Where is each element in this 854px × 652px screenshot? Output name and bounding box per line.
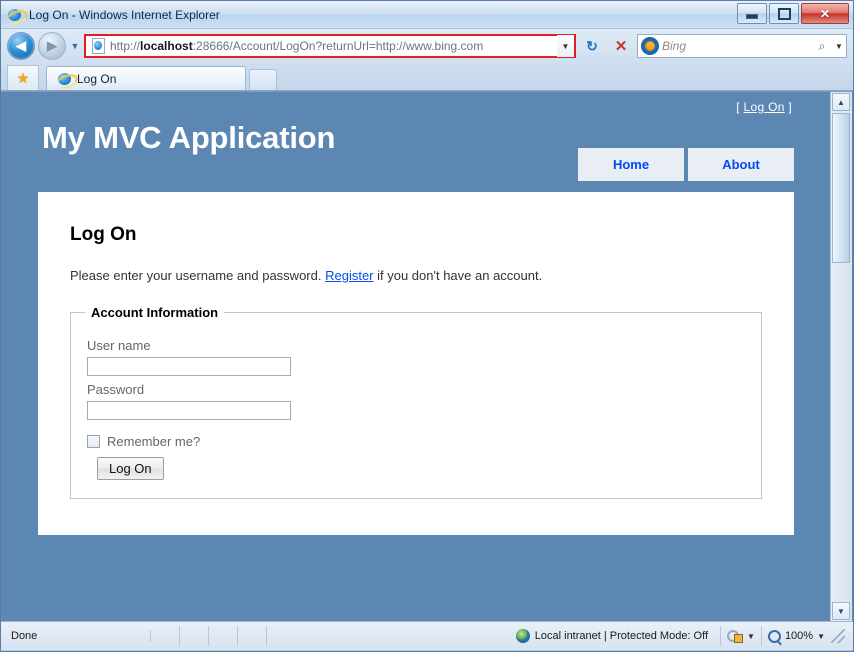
status-divider-2 xyxy=(180,626,209,646)
fieldset-legend: Account Information xyxy=(85,305,224,320)
log-on-link[interactable]: Log On xyxy=(744,100,785,114)
scroll-down-icon[interactable]: ▼ xyxy=(832,602,850,620)
main-menu: Home About xyxy=(578,148,794,181)
window-title: Log On - Windows Internet Explorer xyxy=(29,8,220,22)
privacy-dropdown-icon[interactable]: ▼ xyxy=(747,632,755,641)
refresh-icon: ↻ xyxy=(586,38,598,55)
url-prefix: http:// xyxy=(110,39,140,53)
search-dropdown-icon[interactable]: ▼ xyxy=(832,42,846,51)
scrollbar-thumb[interactable] xyxy=(832,113,850,263)
status-divider-1 xyxy=(151,626,180,646)
login-status: [ Log On ] xyxy=(38,100,794,114)
maximize-button[interactable] xyxy=(769,3,799,24)
local-intranet-icon xyxy=(516,629,530,643)
back-button[interactable]: ◀ xyxy=(7,32,35,60)
page-container: [ Log On ] My MVC Application Home About… xyxy=(38,92,794,535)
zoom-icon xyxy=(768,630,781,643)
title-bar: Log On - Windows Internet Explorer ✕ xyxy=(1,1,853,29)
tab-log-on[interactable]: Log On xyxy=(46,66,246,90)
intro-after: if you don't have an account. xyxy=(374,268,543,283)
minimize-button[interactable] xyxy=(737,3,767,24)
zoom-level: 100% xyxy=(785,630,813,642)
address-bar[interactable]: http://localhost:28666/Account/LogOn?ret… xyxy=(84,34,576,58)
search-box[interactable]: Bing ⌕ ▼ xyxy=(637,34,847,58)
stop-button[interactable]: ✕ xyxy=(608,33,634,59)
main-content: Log On Please enter your username and pa… xyxy=(38,192,794,535)
account-information-fieldset: Account Information User name Password R… xyxy=(70,305,762,499)
url-rest: :28666/Account/LogOn?returnUrl=http://ww… xyxy=(193,39,484,53)
address-dropdown-icon[interactable]: ▼ xyxy=(557,35,574,57)
intro-before: Please enter your username and password. xyxy=(70,268,325,283)
privacy-report[interactable]: ▼ xyxy=(720,626,761,646)
browser-window: Log On - Windows Internet Explorer ✕ ◀ ▶… xyxy=(0,0,854,652)
register-link[interactable]: Register xyxy=(325,268,373,283)
status-text: Done xyxy=(1,630,151,642)
internet-explorer-icon xyxy=(7,7,23,23)
remember-me-row: Remember me? xyxy=(87,434,747,449)
stop-icon: ✕ xyxy=(615,37,628,55)
navigation-toolbar: ◀ ▶ ▼ http://localhost:28666/Account/Log… xyxy=(1,29,853,63)
forward-button[interactable]: ▶ xyxy=(38,32,66,60)
zoom-control[interactable]: 100% ▼ xyxy=(761,626,853,646)
recent-pages-icon[interactable]: ▼ xyxy=(69,33,81,59)
log-on-submit-button[interactable]: Log On xyxy=(97,457,164,480)
status-divider-4 xyxy=(238,626,267,646)
menu-item-home[interactable]: Home xyxy=(578,148,684,181)
username-input[interactable] xyxy=(87,357,291,376)
minimize-icon xyxy=(746,14,758,19)
search-input[interactable]: Bing xyxy=(662,39,812,53)
status-bar: Done Local intranet | Protected Mode: Of… xyxy=(1,621,853,650)
password-input[interactable] xyxy=(87,401,291,420)
security-zone[interactable]: Local intranet | Protected Mode: Off xyxy=(267,629,720,643)
vertical-scrollbar[interactable]: ▲ ▼ xyxy=(830,92,852,621)
new-tab-button[interactable] xyxy=(249,69,277,90)
address-bar-text: http://localhost:28666/Account/LogOn?ret… xyxy=(110,39,557,53)
refresh-button[interactable]: ↻ xyxy=(579,33,605,59)
tab-label: Log On xyxy=(77,72,116,86)
search-icon[interactable]: ⌕ xyxy=(812,39,832,54)
menu-item-about[interactable]: About xyxy=(688,148,794,181)
zoom-dropdown-icon[interactable]: ▼ xyxy=(817,632,825,641)
favorites-button[interactable]: ★ xyxy=(7,65,39,90)
login-status-close-bracket: ] xyxy=(788,100,792,114)
page-title: Log On xyxy=(70,224,764,246)
close-button[interactable]: ✕ xyxy=(801,3,849,24)
remember-me-checkbox[interactable] xyxy=(87,435,100,448)
scroll-up-icon[interactable]: ▲ xyxy=(832,93,850,111)
url-host: localhost xyxy=(140,39,193,53)
status-divider-3 xyxy=(209,626,238,646)
bing-icon xyxy=(641,37,659,55)
security-zone-label: Local intranet | Protected Mode: Off xyxy=(535,630,708,642)
resize-grip[interactable] xyxy=(831,629,845,643)
web-page: [ Log On ] My MVC Application Home About… xyxy=(1,92,831,621)
page-viewport: [ Log On ] My MVC Application Home About… xyxy=(1,91,853,621)
username-label: User name xyxy=(87,338,747,353)
intro-text: Please enter your username and password.… xyxy=(70,268,764,283)
tab-favicon-icon xyxy=(57,71,72,86)
remember-me-label: Remember me? xyxy=(107,434,200,449)
page-icon xyxy=(89,37,107,55)
privacy-lock-icon xyxy=(727,629,743,643)
password-label: Password xyxy=(87,382,747,397)
tab-bar: ★ Log On xyxy=(1,63,853,91)
login-status-open-bracket: [ xyxy=(736,100,740,114)
maximize-icon xyxy=(778,8,791,20)
window-controls: ✕ xyxy=(737,3,849,24)
title-bar-left: Log On - Windows Internet Explorer xyxy=(1,1,853,28)
